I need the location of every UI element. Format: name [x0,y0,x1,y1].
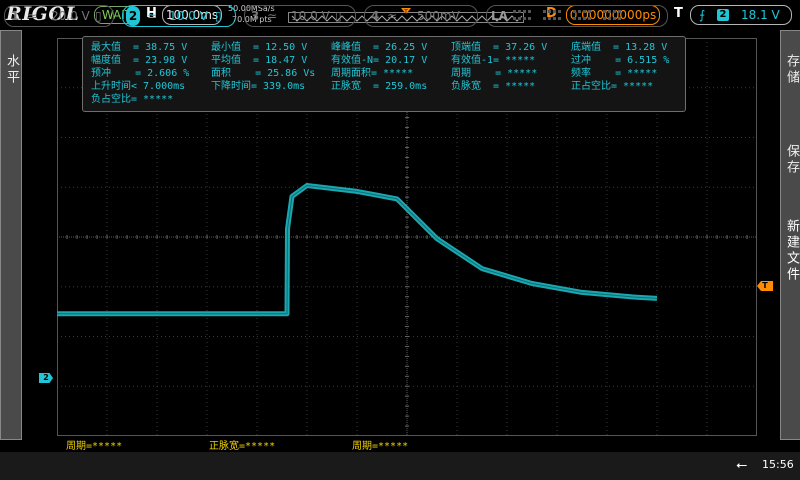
logic-analyzer-label: LA [491,9,508,23]
channel-4-scale: 500mV [417,9,460,23]
measurement-r1-c1: 平均值 = 18.47 V [211,55,308,66]
trigger-level-marker[interactable]: T [757,281,773,291]
channel-2-button[interactable]: 2 ≃ 10.0 V ▯ [122,5,236,27]
channel-2-coupling-icon: ≃ [147,9,158,23]
channel-1-button[interactable]: 1 ≃ 20.0 V ▯ [4,5,114,27]
measurement-r1-c3: 有效值-1= ***** [451,55,536,66]
bottom-measurement-3: 周期=***** [352,441,409,452]
channel-1-number: 1 [10,9,20,23]
measurement-r2-c4: 频率 = ***** [571,68,658,79]
logic-analyzer-button[interactable]: LA [486,5,668,27]
channel-3-probe-icon: ▯ [335,9,342,23]
channel-3-scale: 10.0 V [291,9,330,23]
channel-4-button[interactable]: 4 ≃ 500mV [364,5,478,27]
measurement-r1-c0: 幅度值 = 23.98 V [91,55,188,66]
channel-3-coupling-icon: ≃ [267,9,278,23]
measurement-r0-c4: 底端值 = 13.28 V [571,42,668,53]
rising-edge-icon: ⨍ [699,8,706,22]
measurement-r0-c1: 最小值 = 12.50 V [211,42,308,53]
channel-1-probe-icon: ▯ [95,9,102,23]
channel-4-number: 4 [370,9,380,23]
new-file-menu-item[interactable]: 新建文件 [780,215,799,295]
measurement-r0-c3: 顶端值 = 37.26 V [451,42,548,53]
channel-2-probe-icon: ▯ [215,9,222,23]
measurement-r2-c0: 预冲 = 2.606 % [91,68,190,79]
measurement-r3-c1: 下降时间= 339.0ms [211,81,306,92]
measurement-panel: 最大值 = 38.75 V 最小值 = 12.50 V 峰峰值 = 26.25 V 顶… [82,36,686,112]
new-file-menu-label: 新建文件 [784,219,799,283]
save-menu-label: 保存 [784,144,799,176]
clock: 15:56 [762,458,794,471]
logic-channels-icon [513,10,621,20]
channel-2-number: 2 [126,6,140,26]
trigger-level: 18.1 V [741,8,780,22]
channel-1-coupling-icon: ≃ [27,9,38,23]
measurement-r3-c4: 正占空比= ***** [571,81,654,92]
measurement-r2-c1: 面积 = 25.86 Vs [211,68,316,79]
measurement-r3-c0: 上升时间< 7.000ms [91,81,186,92]
measurement-r1-c2: 有效值-N= 20.17 V [331,55,428,66]
trigger-channel-badge: 2 [717,9,729,21]
measurement-r1-c4: 过冲 = 6.515 % [571,55,670,66]
trigger-label: T [674,6,683,21]
measurement-r4-c0: 负占空比= ***** [91,94,174,105]
horizontal-menu-label: 水平 [4,54,19,86]
storage-menu-label: 存储 [784,54,799,86]
channel-4-coupling-icon: ≃ [387,9,398,23]
bottom-bar [0,452,800,480]
measurement-r0-c2: 峰峰值 = 26.25 V [331,42,428,53]
measurement-r3-c3: 负脉宽 = ***** [451,81,536,92]
usb-icon: ⭠ [736,457,748,473]
channel-2-scale: 10.0 V [169,9,208,23]
measurement-r3-c2: 正脉宽 = 259.0ms [331,81,428,92]
storage-menu-item[interactable]: 存储 [780,50,799,110]
channel-3-number: 3 [250,9,260,23]
save-menu-item[interactable]: 保存 [780,140,799,190]
measurement-r2-c2: 周期面积= ***** [331,68,414,79]
channel-3-button[interactable]: 3 ≃ 10.0 V ▯ [244,5,356,27]
bottom-measurement-2: 正脉宽=***** [209,441,276,452]
measurement-r2-c3: 周期 = ***** [451,68,538,79]
horizontal-menu-tab[interactable]: 水平 [0,50,20,110]
trigger-settings[interactable]: ⨍ 2 18.1 V [690,5,792,25]
channel-1-scale: 20.0 V [51,9,90,23]
bottom-measurement-1: 周期=***** [66,441,123,452]
channel2-ground-marker[interactable]: 2 [39,373,53,383]
measurement-r0-c0: 最大值 = 38.75 V [91,42,188,53]
